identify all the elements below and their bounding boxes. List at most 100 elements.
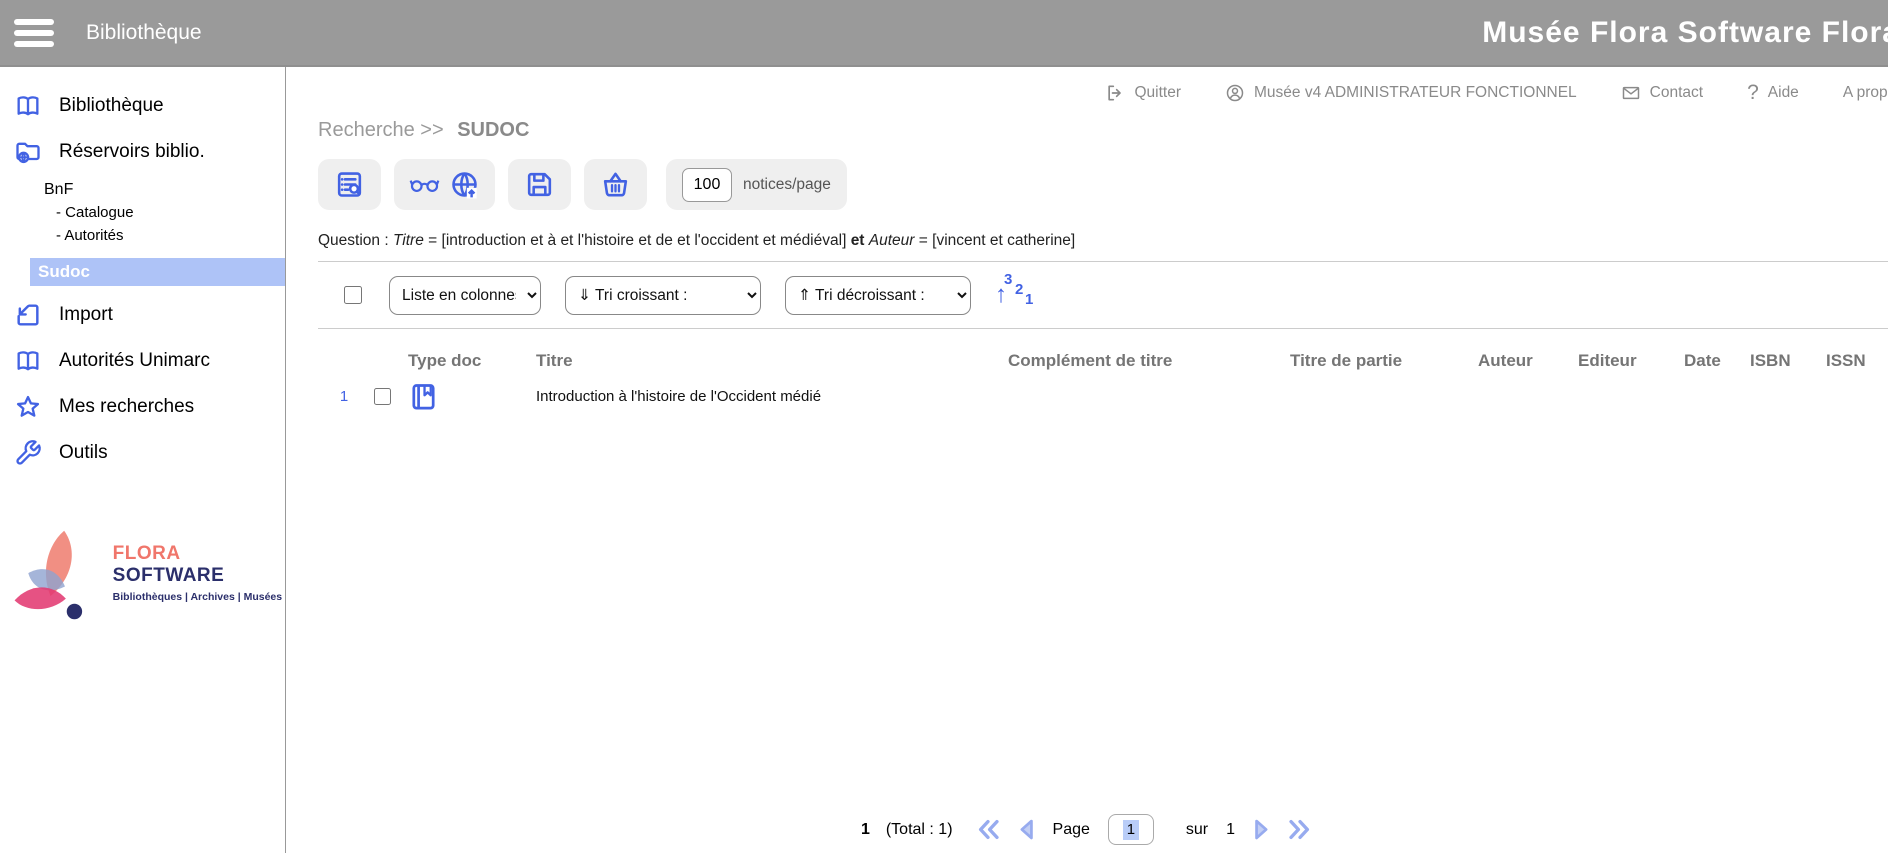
- column-header-isbn: ISBN: [1750, 351, 1826, 371]
- sidebar-item-autorites[interactable]: - Autorités: [0, 224, 285, 247]
- sidebar-item-sudoc-active[interactable]: Sudoc: [30, 258, 285, 286]
- help-link[interactable]: ? Aide: [1747, 81, 1799, 105]
- divider: [318, 261, 1888, 262]
- question-op2: =: [919, 232, 928, 249]
- list-search-icon: [334, 169, 365, 200]
- search-query-summary: Question : Titre = [introduction et à et…: [318, 232, 1888, 250]
- sidebar-item-autorites-unimarc[interactable]: Autorités Unimarc: [0, 338, 285, 384]
- breadcrumb: Recherche >> SUDOC: [318, 119, 1888, 142]
- book-open-icon: [14, 347, 42, 375]
- first-page-icon[interactable]: [975, 816, 1002, 843]
- sidebar-item-label: Mes recherches: [59, 396, 194, 418]
- logo-flora-text: FLORA: [113, 543, 180, 564]
- sidebar-item-catalogue[interactable]: - Catalogue: [0, 201, 285, 224]
- question-op1: =: [428, 232, 437, 249]
- user-label: Musée v4 ADMINISTRATEUR FONCTIONNEL: [1254, 84, 1577, 102]
- result-count: 1: [861, 821, 870, 839]
- notices-per-page-label: notices/page: [743, 176, 831, 194]
- document-type-cell: [408, 381, 536, 412]
- sidebar-item-reservoirs[interactable]: Réservoirs biblio.: [0, 129, 285, 175]
- divider: [318, 328, 1888, 329]
- breadcrumb-current: SUDOC: [457, 119, 529, 141]
- mail-icon: [1621, 83, 1641, 103]
- folder-globe-icon: [14, 138, 42, 166]
- star-icon: [14, 393, 42, 421]
- next-page-icon[interactable]: [1247, 816, 1274, 843]
- table-row[interactable]: 1 Introduction à l'histoire de l'Occiden…: [318, 381, 1888, 412]
- column-header-titre: Titre: [536, 351, 1008, 371]
- about-link[interactable]: A propos: [1843, 84, 1888, 102]
- sidebar-item-label: Outils: [59, 442, 108, 464]
- question-terms1: [introduction et à et l'histoire et de e…: [442, 232, 847, 249]
- sidebar: Bibliothèque Réservoirs biblio. BnF - Ca…: [0, 67, 286, 853]
- basket-button[interactable]: [584, 159, 647, 210]
- save-floppy-icon: [524, 169, 555, 200]
- page-label: Page: [1053, 821, 1090, 839]
- sidebar-item-label: Bibliothèque: [59, 95, 164, 117]
- question-bool: et: [851, 232, 865, 249]
- quit-link[interactable]: Quitter: [1105, 83, 1181, 103]
- logo-brand: FLORA SOFTWARE: [113, 543, 285, 587]
- logo-tagline: Bibliothèques | Archives | Musées: [113, 591, 285, 603]
- page-number-input[interactable]: [1108, 814, 1154, 845]
- contact-label: Contact: [1650, 84, 1703, 102]
- logo-petals-icon: [6, 520, 109, 626]
- column-header-titre-partie: Titre de partie: [1290, 351, 1478, 371]
- results-table-header: Type doc Titre Complément de titre Titre…: [318, 343, 1888, 375]
- sidebar-item-label: Réservoirs biblio.: [59, 141, 205, 163]
- import-icon: [14, 301, 42, 329]
- column-header-auteur: Auteur: [1478, 351, 1578, 371]
- organization-title: Musée Flora Software Flora: [1482, 16, 1888, 50]
- view-export-button[interactable]: [394, 159, 495, 210]
- sidebar-item-label: Autorités Unimarc: [59, 350, 210, 372]
- numeric-sort-icon[interactable]: 3 ↑ 2 1: [995, 273, 1037, 317]
- logout-icon: [1105, 83, 1125, 103]
- sidebar-item-outils[interactable]: Outils: [0, 430, 285, 476]
- help-icon: ?: [1747, 81, 1759, 105]
- select-all-checkbox[interactable]: [344, 286, 362, 304]
- flora-software-logo: FLORA SOFTWARE Bibliothèques | Archives …: [6, 520, 285, 626]
- contact-link[interactable]: Contact: [1621, 83, 1703, 103]
- globe-upload-icon: [449, 169, 480, 200]
- question-label: Question :: [318, 232, 389, 249]
- last-page-icon[interactable]: [1286, 816, 1313, 843]
- column-header-complement: Complément de titre: [1008, 351, 1290, 371]
- notices-per-page-control: notices/page: [666, 159, 847, 210]
- main-content: Quitter Musée v4 ADMINISTRATEUR FONCTION…: [286, 67, 1888, 853]
- row-checkbox[interactable]: [374, 388, 391, 405]
- save-button[interactable]: [508, 159, 571, 210]
- book-bookmark-icon[interactable]: [408, 381, 439, 412]
- about-label: A propos: [1843, 84, 1888, 102]
- breadcrumb-section: Recherche >>: [318, 119, 444, 141]
- list-search-button[interactable]: [318, 159, 381, 210]
- notices-per-page-input[interactable]: [682, 168, 732, 202]
- toolbar: notices/page: [318, 159, 1888, 210]
- help-label: Aide: [1768, 84, 1799, 102]
- sidebar-item-label: Import: [59, 304, 113, 326]
- record-title: Introduction à l'histoire de l'Occident …: [536, 388, 1008, 405]
- wrench-icon: [14, 439, 42, 467]
- sort-ascending-select[interactable]: ⇓ Tri croissant :: [565, 276, 761, 315]
- sur-label: sur: [1186, 821, 1208, 839]
- quit-label: Quitter: [1134, 84, 1181, 102]
- sidebar-item-bibliotheque[interactable]: Bibliothèque: [0, 83, 285, 129]
- basket-icon: [600, 169, 631, 200]
- question-field2: Auteur: [869, 232, 915, 249]
- sort-descending-select[interactable]: ⇑ Tri décroissant :: [785, 276, 971, 315]
- sidebar-item-mes-recherches[interactable]: Mes recherches: [0, 384, 285, 430]
- prev-page-icon[interactable]: [1014, 816, 1041, 843]
- logo-software-text: SOFTWARE: [113, 565, 225, 586]
- question-terms2: [vincent et catherine]: [932, 232, 1075, 249]
- pagination: 1 (Total : 1) Page sur 1: [286, 814, 1888, 845]
- column-header-type-doc: Type doc: [408, 351, 536, 371]
- hamburger-menu-icon[interactable]: [14, 14, 54, 52]
- sidebar-group-bnf[interactable]: BnF: [0, 175, 285, 201]
- row-number-link[interactable]: 1: [318, 388, 370, 405]
- result-total: (Total : 1): [886, 821, 953, 839]
- sidebar-item-import[interactable]: Import: [0, 292, 285, 338]
- utility-bar: Quitter Musée v4 ADMINISTRATEUR FONCTION…: [318, 67, 1888, 107]
- view-mode-select[interactable]: Liste en colonnes: [389, 276, 541, 315]
- top-header: Bibliothèque Musée Flora Software Flora: [0, 0, 1888, 67]
- user-account[interactable]: Musée v4 ADMINISTRATEUR FONCTIONNEL: [1225, 83, 1577, 103]
- book-open-icon: [14, 92, 42, 120]
